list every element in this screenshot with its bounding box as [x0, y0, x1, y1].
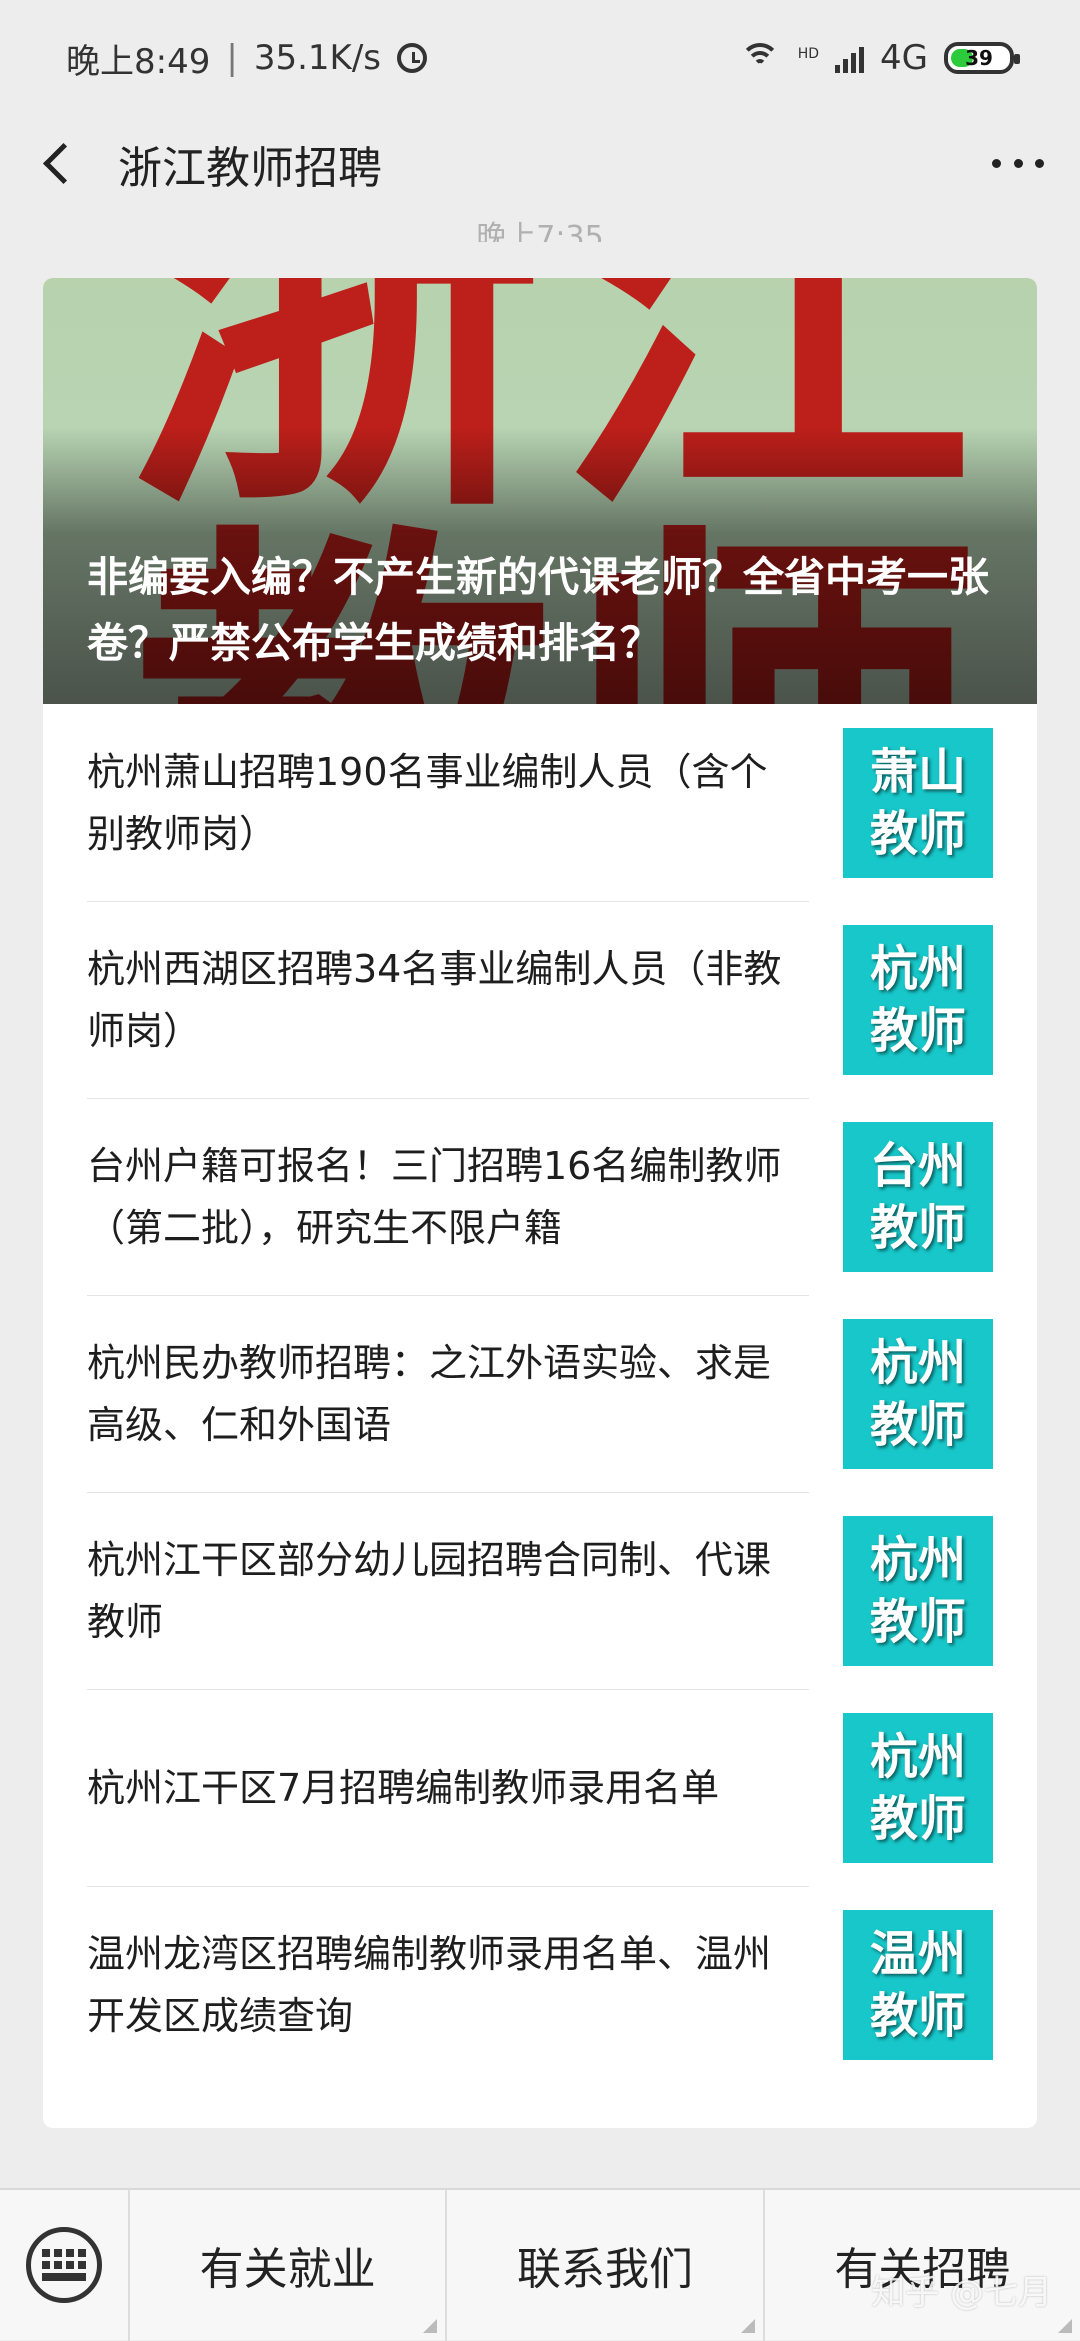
message-timestamp: 晚上7:35 [476, 220, 604, 242]
header: 浙江教师招聘 [0, 116, 1080, 211]
article-thumbnail: 台州 教师 [843, 1121, 993, 1272]
keyboard-icon[interactable] [0, 2189, 130, 2341]
list-item[interactable]: 杭州民办教师招聘：之江外语实验、求是高级、仁和外国语 杭州 教师 [43, 1295, 1037, 1492]
article-title: 温州龙湾区招聘编制教师录用名单、温州开发区成绩查询 [87, 1931, 772, 2038]
battery-percent: 39 [965, 46, 993, 70]
list-item[interactable]: 杭州江干区部分幼儿园招聘合同制、代课教师 杭州 教师 [43, 1492, 1037, 1689]
status-time: 晚上8:49 [66, 41, 211, 82]
status-separator: | [226, 38, 238, 78]
thumb-line: 教师 [869, 1593, 966, 1650]
list-item[interactable]: 杭州江干区7月招聘编制教师录用名单 杭州 教师 [43, 1689, 1037, 1886]
thumb-line: 温州 [869, 1925, 966, 1982]
page-title: 浙江教师招聘 [118, 142, 382, 194]
article-title: 杭州江干区7月招聘编制教师录用名单 [87, 1765, 720, 1810]
article-title: 杭州民办教师招聘：之江外语实验、求是高级、仁和外国语 [87, 1340, 772, 1447]
article-thumbnail: 杭州 教师 [843, 1318, 993, 1469]
status-bar: 晚上8:49 | 35.1K/s HD 4G 39 [0, 0, 1080, 116]
watermark: 知乎 @七月 [871, 2273, 1052, 2313]
status-right: HD 4G 39 [738, 38, 1020, 78]
thumb-line: 教师 [869, 1002, 966, 1059]
article-thumbnail: 萧山 教师 [843, 727, 993, 878]
list-item[interactable]: 台州户籍可报名！三门招聘16名编制教师（第二批），研究生不限户籍 台州 教师 [43, 1098, 1037, 1295]
battery-icon: 39 [944, 42, 1020, 74]
article-thumbnail: 温州 教师 [843, 1909, 993, 2060]
hd-label: HD [797, 46, 820, 62]
thumb-line: 台州 [869, 1137, 966, 1194]
article-title: 杭州萧山招聘190名事业编制人员（含个别教师岗） [87, 749, 768, 856]
list-item[interactable]: 杭州西湖区招聘34名事业编制人员（非教师岗） 杭州 教师 [43, 901, 1037, 1098]
back-icon[interactable] [36, 142, 80, 186]
article-thumbnail: 杭州 教师 [843, 924, 993, 1075]
article-list: 杭州萧山招聘190名事业编制人员（含个别教师岗） 萧山 教师 杭州西湖区招聘34… [43, 704, 1037, 2083]
more-options-icon[interactable] [992, 138, 1044, 190]
thumb-line: 教师 [869, 1987, 966, 2044]
thumb-line: 萧山 [869, 743, 966, 800]
thumb-line: 杭州 [869, 1728, 966, 1785]
list-item[interactable]: 温州龙湾区招聘编制教师录用名单、温州开发区成绩查询 温州 教师 [43, 1886, 1037, 2083]
thumb-line: 杭州 [869, 1531, 966, 1588]
network-type: 4G [880, 38, 928, 78]
thumb-line: 杭州 [869, 1334, 966, 1391]
article-card: 浙 江 教 师 非编要入编？不产生新的代课老师？全省中考一张卷？严禁公布学生成绩… [43, 278, 1037, 2128]
thumb-line: 杭州 [869, 940, 966, 997]
network-speed: 35.1K/s [253, 38, 381, 78]
menu-contact[interactable]: 联系我们 [445, 2189, 762, 2341]
hero-article[interactable]: 浙 江 教 师 非编要入编？不产生新的代课老师？全省中考一张卷？严禁公布学生成绩… [43, 278, 1037, 704]
article-thumbnail: 杭州 教师 [843, 1515, 993, 1666]
list-item[interactable]: 杭州萧山招聘190名事业编制人员（含个别教师岗） 萧山 教师 [43, 704, 1037, 901]
thumb-line: 教师 [869, 805, 966, 862]
hero-title: 非编要入编？不产生新的代课老师？全省中考一张卷？严禁公布学生成绩和排名？ [87, 553, 989, 667]
alarm-icon [397, 43, 427, 73]
article-title: 台州户籍可报名！三门招聘16名编制教师（第二批），研究生不限户籍 [87, 1143, 782, 1250]
status-left: 晚上8:49 | 35.1K/s [66, 34, 427, 83]
menu-employment[interactable]: 有关就业 [130, 2189, 445, 2341]
article-thumbnail: 杭州 教师 [843, 1712, 993, 1863]
thumb-line: 教师 [869, 1396, 966, 1453]
signal-icon [835, 43, 865, 73]
article-title: 杭州江干区部分幼儿园招聘合同制、代课教师 [87, 1537, 772, 1644]
bottom-menu: 有关就业 联系我们 有关招聘 知乎 @七月 [0, 2188, 1080, 2341]
thumb-line: 教师 [869, 1199, 966, 1256]
thumb-line: 教师 [869, 1790, 966, 1847]
wifi-icon [738, 43, 782, 73]
article-title: 杭州西湖区招聘34名事业编制人员（非教师岗） [87, 946, 782, 1053]
